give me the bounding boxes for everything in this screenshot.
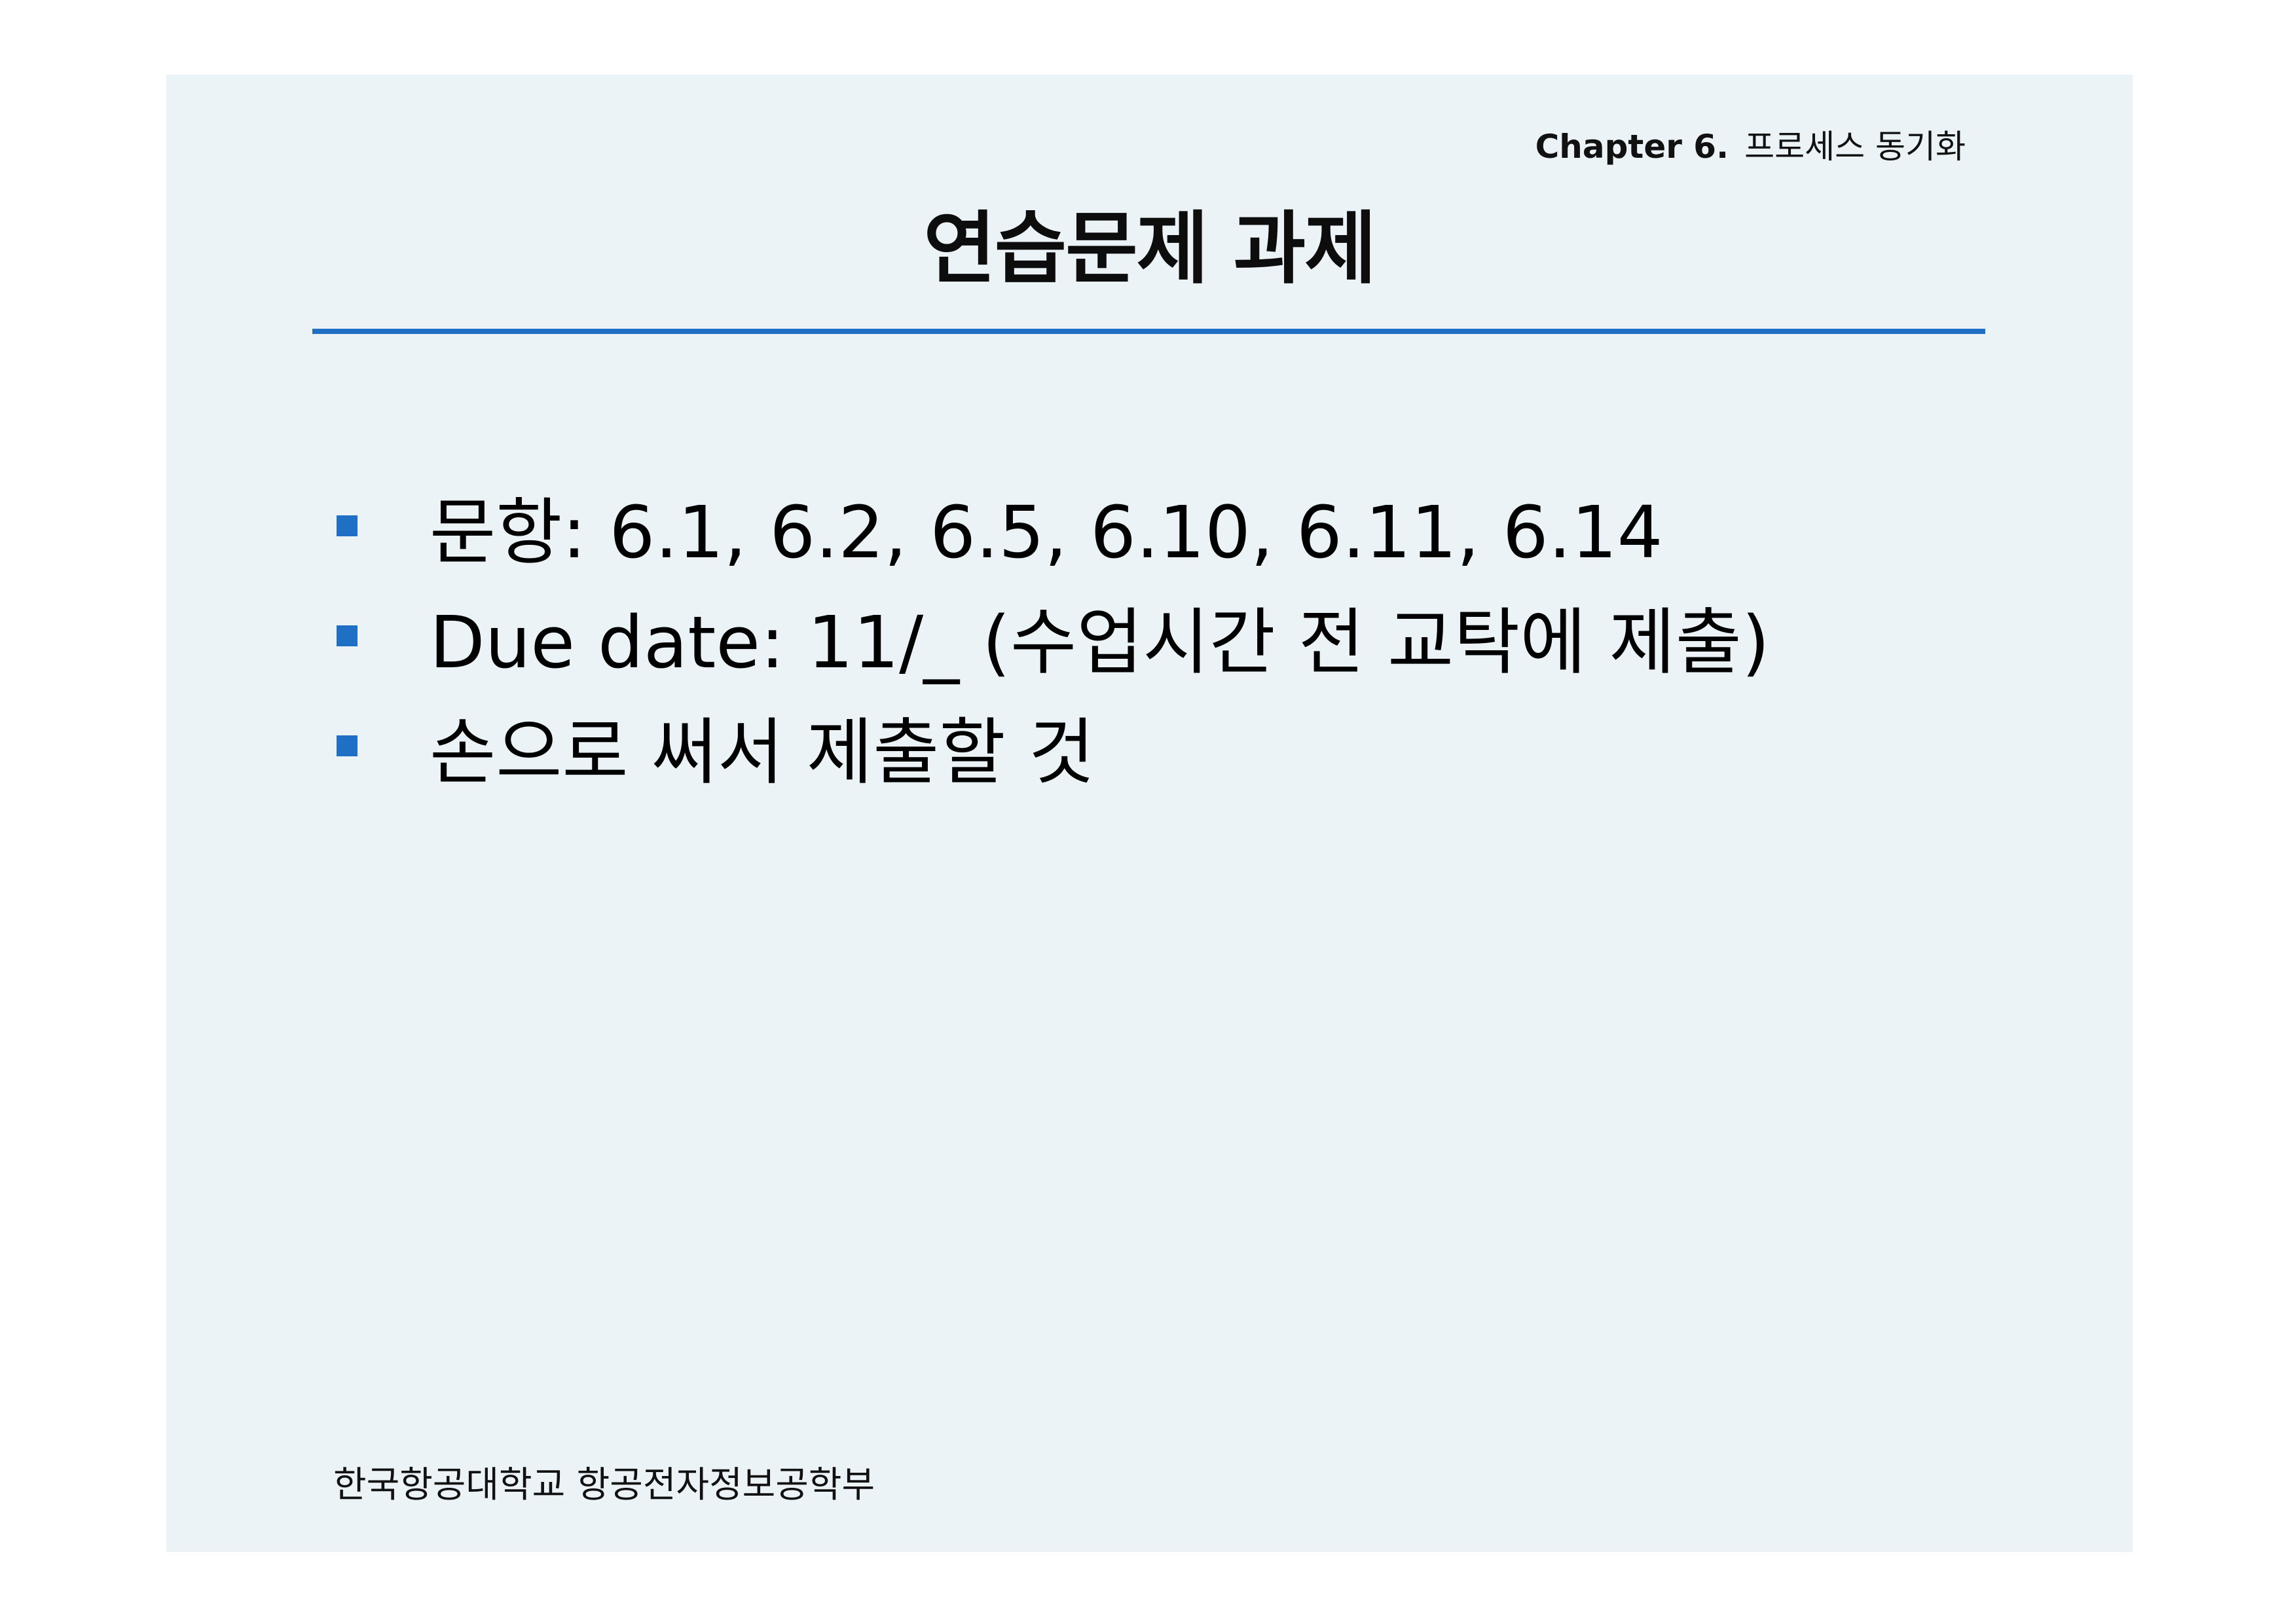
bullet-list: 문항: 6.1, 6.2, 6.5, 6.10, 6.11, 6.14 Due … xyxy=(337,471,1770,801)
bullet-item: Due date: 11/_ (수업시간 전 교탁에 제출) xyxy=(337,581,1770,691)
bullet-text: 문항: 6.1, 6.2, 6.5, 6.10, 6.11, 6.14 xyxy=(430,490,1663,574)
chapter-header: Chapter 6. 프로세스 동기화 xyxy=(1535,127,1966,166)
square-bullet-icon xyxy=(337,515,358,536)
chapter-label: Chapter 6. xyxy=(1535,128,1729,166)
bullet-item: 문항: 6.1, 6.2, 6.5, 6.10, 6.11, 6.14 xyxy=(337,471,1770,581)
title-divider xyxy=(312,329,1985,334)
page: Chapter 6. 프로세스 동기화 연습문제 과제 문항: 6.1, 6.2,… xyxy=(0,0,2295,1624)
square-bullet-icon xyxy=(337,735,358,756)
bullet-item: 손으로 써서 제출할 것 xyxy=(337,691,1770,801)
bullet-text: 손으로 써서 제출할 것 xyxy=(430,710,1095,794)
footer-text: 한국항공대학교 항공전자정보공학부 xyxy=(333,1464,875,1505)
chapter-topic: 프로세스 동기화 xyxy=(1744,128,1966,166)
slide-title: 연습문제 과제 xyxy=(923,204,1376,295)
slide: Chapter 6. 프로세스 동기화 연습문제 과제 문항: 6.1, 6.2,… xyxy=(166,75,2133,1552)
square-bullet-icon xyxy=(337,625,358,646)
bullet-text: Due date: 11/_ (수업시간 전 교탁에 제출) xyxy=(430,600,1770,684)
